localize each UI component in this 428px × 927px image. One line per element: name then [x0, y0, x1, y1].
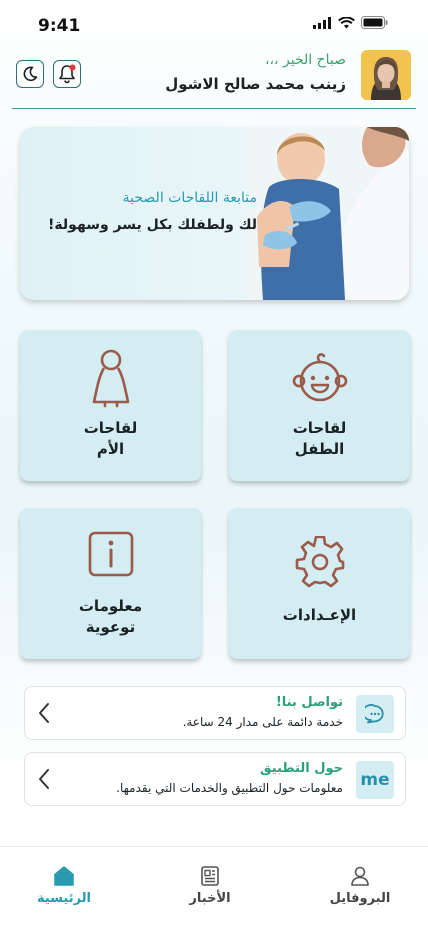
- nav-news-label: الأخبار: [189, 891, 231, 906]
- home-icon: [54, 866, 74, 886]
- notifications-button[interactable]: [53, 60, 81, 88]
- bell-icon: [59, 64, 76, 84]
- nav-profile[interactable]: البروفايل: [300, 847, 420, 927]
- news-icon: [201, 866, 219, 886]
- signal-icon: [313, 16, 331, 29]
- tile-child-vaccines[interactable]: لقاحات الطفل: [229, 330, 410, 481]
- tile-child-label-2: الطفل: [294, 440, 345, 458]
- avatar[interactable]: [361, 50, 411, 100]
- user-name: زينب محمد صالح الاشول: [165, 75, 346, 93]
- mother-icon: [92, 349, 129, 408]
- tile-info-label-1: معلومات: [78, 597, 143, 615]
- battery-icon: [361, 16, 388, 29]
- contact-us-title: تواصل بنا!: [275, 695, 343, 710]
- home-indicator: [144, 915, 284, 920]
- gear-icon: [295, 536, 344, 588]
- nav-home-label: الرئيسية: [36, 891, 92, 906]
- wifi-icon: [338, 16, 355, 28]
- contact-us-card[interactable]: تواصل بنا! خدمة دائمة على مدار 24 ساعة.: [24, 686, 406, 740]
- contact-us-description: خدمة دائمة على مدار 24 ساعة.: [182, 715, 343, 729]
- tile-settings-label: الإعـدادات: [282, 606, 357, 624]
- greeting-text: صباح الخير ،،،: [264, 52, 346, 68]
- chevron-left-icon: [39, 703, 49, 723]
- about-app-title: حول التطبيق: [260, 761, 343, 776]
- about-badge: me: [356, 761, 394, 799]
- status-time: 9:41: [38, 16, 81, 36]
- tile-mother-vaccines[interactable]: لقاحات الأم: [20, 330, 201, 481]
- info-icon: [88, 531, 133, 577]
- dark-mode-button[interactable]: [16, 60, 44, 88]
- tile-info-label-2: توعوية: [85, 618, 136, 636]
- banner-subtitle: لك ولطفلك بكل يسر وسهولة!: [48, 217, 257, 233]
- about-app-card[interactable]: me حول التطبيق معلومات حول التطبيق والخد…: [24, 752, 406, 806]
- nav-profile-label: البروفايل: [329, 891, 391, 906]
- nav-home[interactable]: الرئيسية: [4, 847, 124, 927]
- chat-icon: [365, 704, 384, 724]
- doctor-child-illustration: [249, 127, 409, 300]
- baby-face-icon: [292, 353, 347, 402]
- chat-badge: [356, 695, 394, 733]
- profile-icon: [351, 866, 369, 886]
- header-divider: [12, 108, 416, 109]
- tile-awareness-info[interactable]: معلومات توعوية: [20, 508, 201, 659]
- about-app-description: معلومات حول التطبيق والخدمات التي يقدمها…: [116, 781, 343, 795]
- avatar-image: [361, 50, 411, 100]
- about-badge-text: me: [360, 770, 390, 790]
- tile-mother-label-1: لقاحات: [83, 419, 138, 437]
- status-icons: [313, 16, 388, 29]
- tile-mother-label-2: الأم: [96, 440, 125, 458]
- moon-icon: [23, 66, 38, 82]
- tile-settings[interactable]: الإعـدادات: [229, 508, 410, 659]
- chevron-left-icon: [39, 769, 49, 789]
- banner-title: متابعة اللقاحات الصحية: [122, 190, 257, 206]
- tile-child-label-1: لقاحات: [292, 419, 347, 437]
- vaccination-banner[interactable]: متابعة اللقاحات الصحية لك ولطفلك بكل يسر…: [20, 127, 409, 300]
